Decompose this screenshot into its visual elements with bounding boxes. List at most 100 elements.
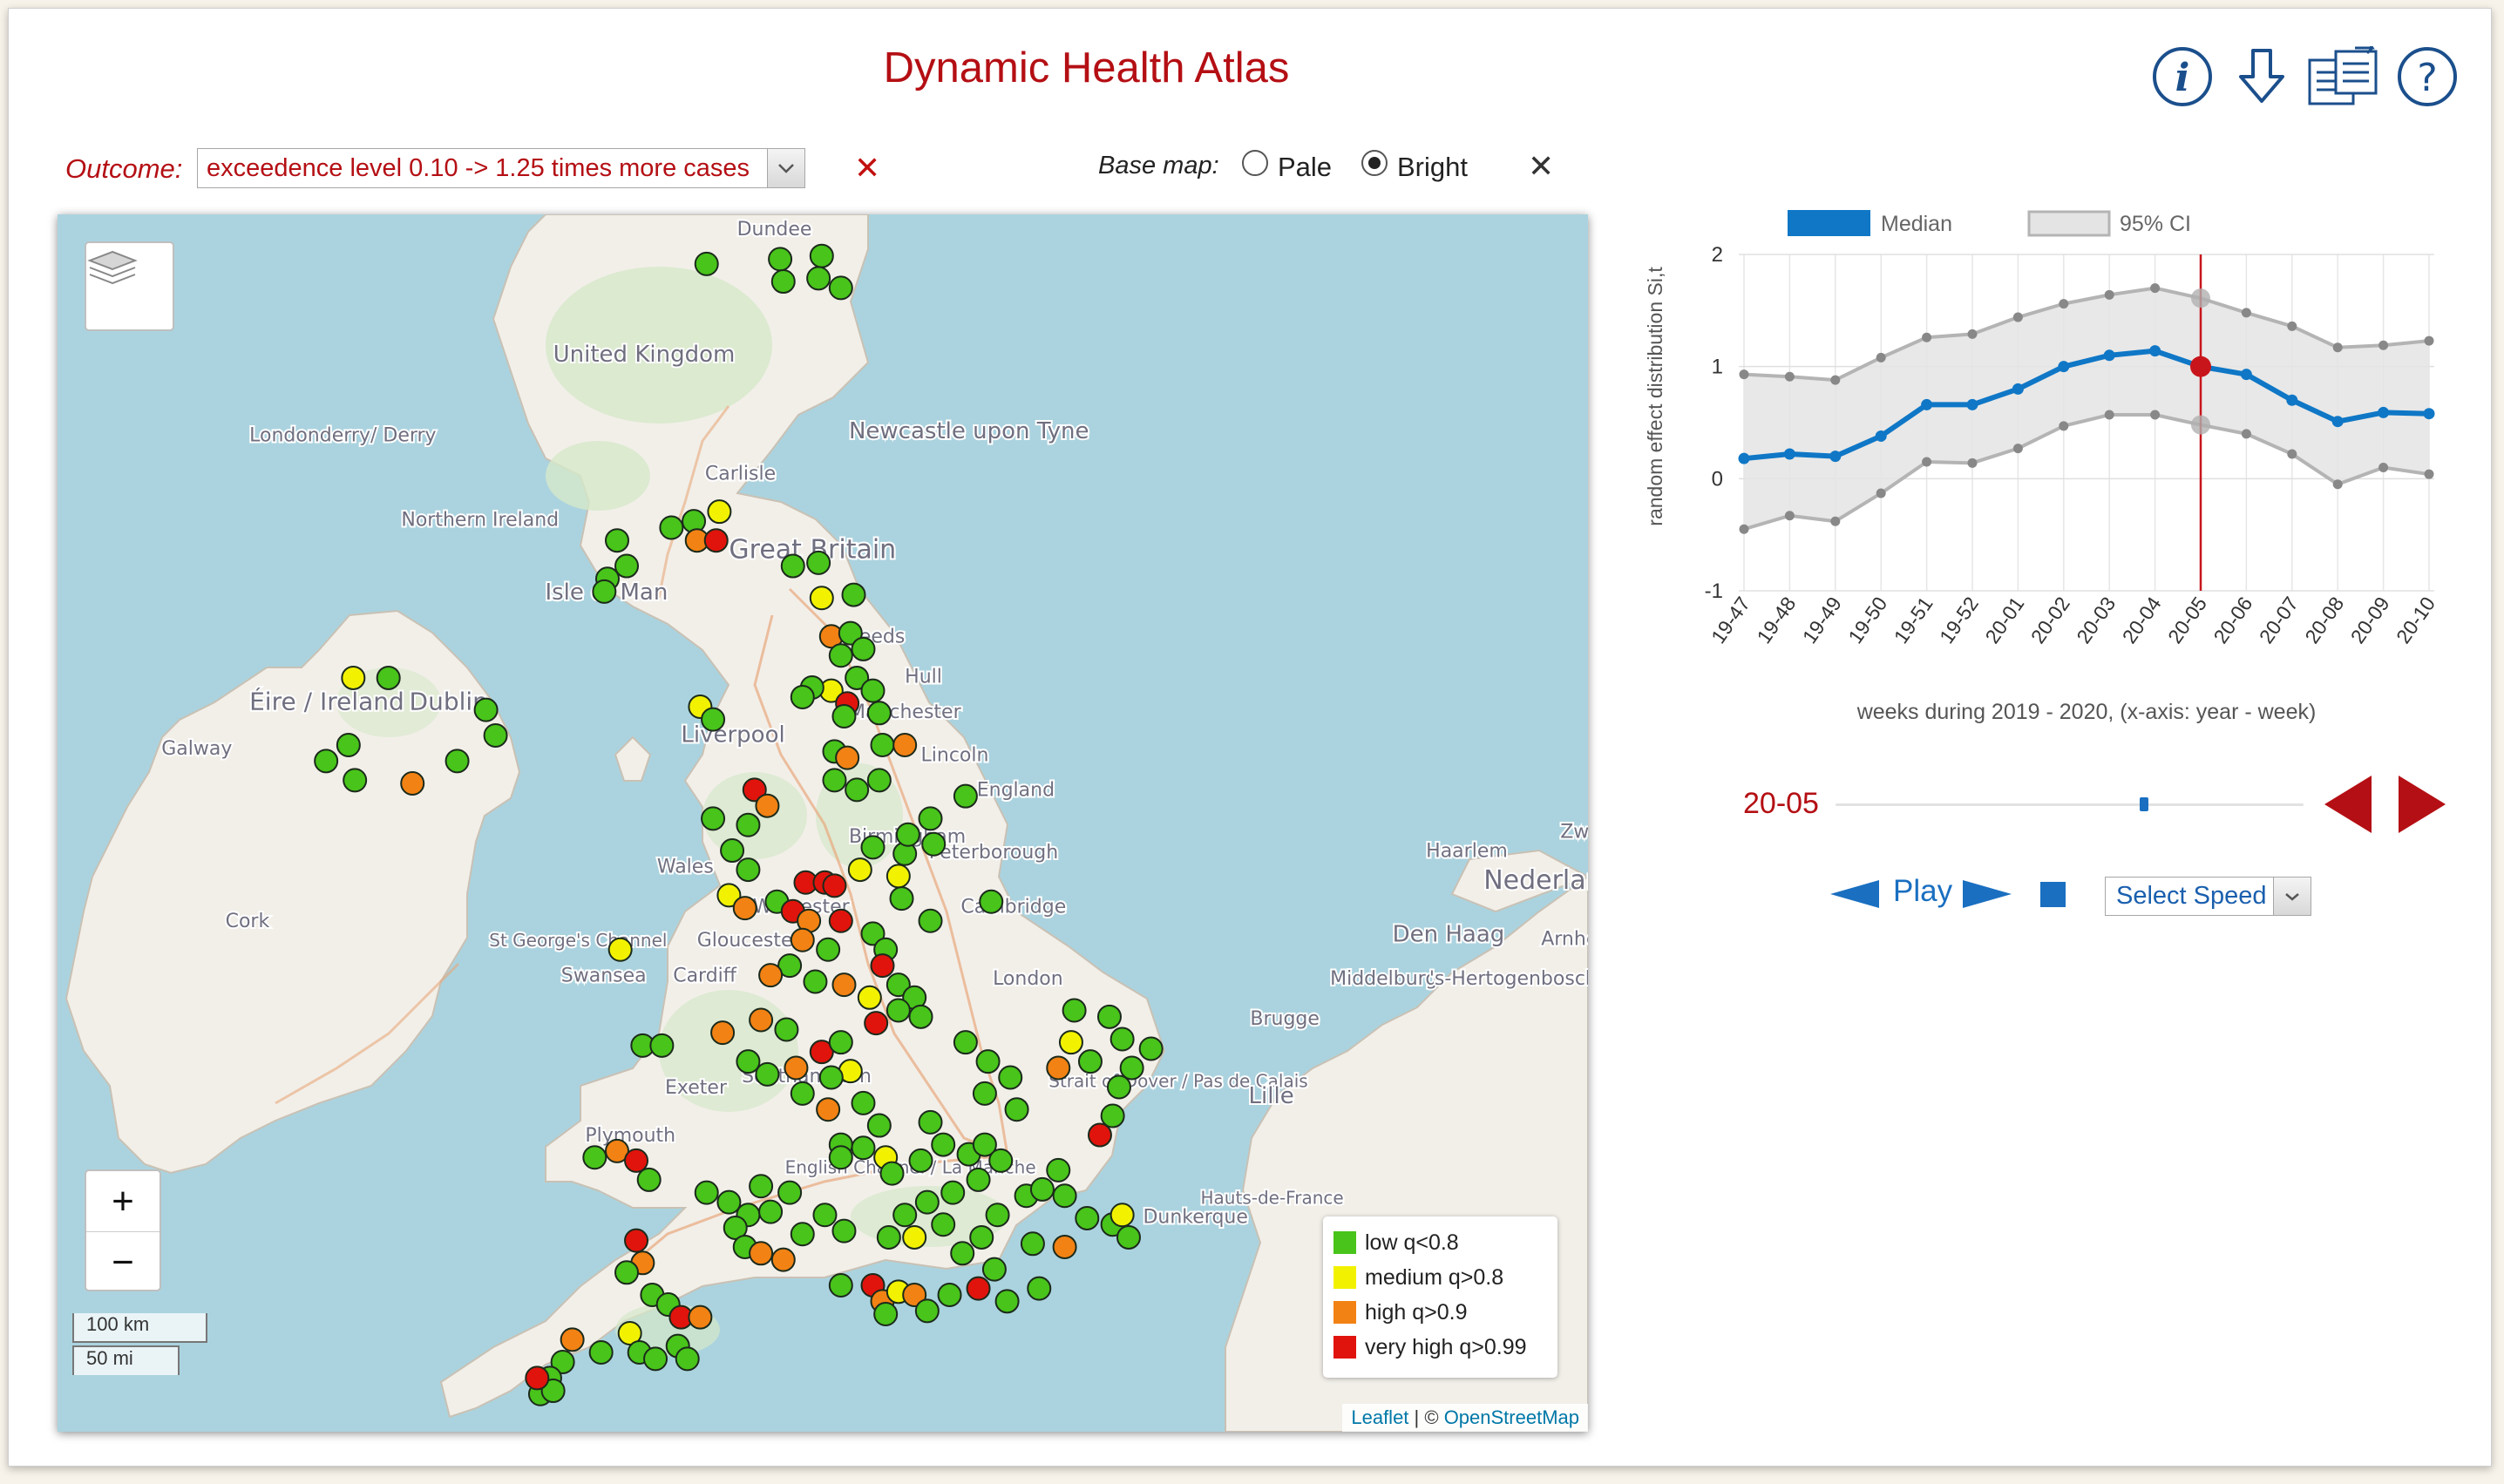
median-point[interactable] <box>1738 452 1750 464</box>
median-point[interactable] <box>2378 406 2390 418</box>
map-marker[interactable] <box>790 684 815 709</box>
median-point[interactable] <box>2286 394 2298 406</box>
map-marker[interactable] <box>864 1011 889 1036</box>
ci-lower-point[interactable] <box>2191 415 2210 435</box>
median-point[interactable] <box>2423 408 2435 420</box>
ci-upper-point[interactable] <box>1784 371 1795 382</box>
map-marker[interactable] <box>525 1365 550 1391</box>
map-marker[interactable] <box>994 1289 1020 1314</box>
osm-link[interactable]: OpenStreetMap <box>1444 1406 1579 1428</box>
map-marker[interactable] <box>749 1241 774 1266</box>
map-marker[interactable] <box>803 969 828 994</box>
ci-upper-point[interactable] <box>1922 332 1932 342</box>
ci-lower-point[interactable] <box>2378 462 2389 472</box>
ci-upper-point[interactable] <box>2287 321 2297 331</box>
map-marker[interactable] <box>902 1224 927 1250</box>
map-marker[interactable] <box>985 1203 1010 1228</box>
ci-upper-point[interactable] <box>2424 335 2434 346</box>
map-marker[interactable] <box>870 732 895 757</box>
map-marker[interactable] <box>624 1228 649 1253</box>
map-marker[interactable] <box>1046 1157 1071 1182</box>
ci-upper-point[interactable] <box>2378 340 2389 350</box>
map-marker[interactable] <box>866 1113 892 1138</box>
ci-upper-point[interactable] <box>2012 312 2023 322</box>
ci-lower-point[interactable] <box>1876 488 1886 498</box>
ci-upper-point[interactable] <box>2332 342 2343 353</box>
map-marker[interactable] <box>892 732 918 757</box>
map-marker[interactable] <box>343 768 368 793</box>
chevron-down-icon[interactable] <box>2273 878 2311 915</box>
map-marker[interactable] <box>770 1247 796 1272</box>
zoom-out-button[interactable]: − <box>86 1232 159 1292</box>
download-icon[interactable] <box>2229 44 2295 110</box>
map-marker[interactable] <box>1046 1055 1071 1081</box>
map-marker[interactable] <box>376 665 401 690</box>
map-marker[interactable] <box>953 1030 978 1055</box>
ci-lower-point[interactable] <box>2104 410 2114 420</box>
map-marker[interactable] <box>755 793 780 818</box>
map-marker[interactable] <box>940 1180 966 1205</box>
map-marker[interactable] <box>755 1061 780 1087</box>
map-marker[interactable] <box>831 703 857 728</box>
map-marker[interactable] <box>614 1260 640 1285</box>
clear-outcome-button[interactable]: ✕ <box>854 150 880 186</box>
ci-upper-point[interactable] <box>2059 299 2069 309</box>
ci-lower-point[interactable] <box>1967 457 1978 468</box>
map-marker[interactable] <box>979 889 1004 914</box>
map-marker[interactable] <box>845 777 870 803</box>
info-icon[interactable]: i <box>2149 44 2216 110</box>
map-marker[interactable] <box>822 768 847 793</box>
map-marker[interactable] <box>809 243 834 268</box>
map-marker[interactable] <box>847 857 872 883</box>
map-marker[interactable] <box>841 582 866 607</box>
median-point[interactable] <box>1875 430 1887 442</box>
median-point[interactable] <box>2190 356 2211 377</box>
map-marker[interactable] <box>588 1340 614 1365</box>
map-marker[interactable] <box>831 972 857 998</box>
map-marker[interactable] <box>950 1241 975 1266</box>
map-marker[interactable] <box>592 579 617 604</box>
map-marker[interactable] <box>931 1212 956 1237</box>
map-marker[interactable] <box>605 528 630 553</box>
map-marker[interactable] <box>851 1135 876 1161</box>
map-marker[interactable] <box>1052 1183 1077 1209</box>
map-marker[interactable] <box>818 1065 844 1090</box>
map-marker[interactable] <box>736 857 761 883</box>
ci-lower-point[interactable] <box>2241 429 2251 439</box>
map-marker[interactable] <box>607 937 633 962</box>
week-slider-handle[interactable] <box>2140 797 2149 811</box>
median-point[interactable] <box>1966 398 1978 410</box>
median-point[interactable] <box>1921 398 1933 410</box>
map-marker[interactable] <box>822 873 847 898</box>
ci-lower-point[interactable] <box>1922 457 1932 467</box>
previous-week-button[interactable] <box>2324 776 2373 837</box>
next-week-button[interactable] <box>2397 776 2446 837</box>
ci-upper-point[interactable] <box>1876 352 1886 363</box>
map-marker[interactable] <box>444 749 470 774</box>
ci-lower-point[interactable] <box>1739 524 1749 534</box>
map-marker[interactable] <box>975 1049 1001 1074</box>
map-marker[interactable] <box>895 822 920 847</box>
map-marker[interactable] <box>860 835 886 860</box>
map-marker[interactable] <box>1138 1036 1164 1061</box>
leaflet-link[interactable]: Leaflet <box>1351 1406 1408 1428</box>
map-marker[interactable] <box>921 831 947 857</box>
map-marker[interactable] <box>806 550 831 575</box>
median-point[interactable] <box>2058 361 2070 373</box>
map-marker[interactable] <box>931 1132 956 1157</box>
map-marker[interactable] <box>473 697 499 722</box>
map-marker[interactable] <box>758 963 784 988</box>
map-marker[interactable] <box>694 251 719 276</box>
ci-lower-point[interactable] <box>2059 421 2069 431</box>
map-marker[interactable] <box>972 1081 997 1106</box>
zoom-in-button[interactable]: + <box>86 1171 159 1232</box>
median-point[interactable] <box>2103 349 2115 362</box>
map-marker[interactable] <box>1062 998 1087 1023</box>
map-marker[interactable] <box>914 1189 940 1215</box>
map-marker[interactable] <box>860 678 886 703</box>
map-marker[interactable] <box>953 783 978 809</box>
map-marker[interactable] <box>614 553 640 579</box>
export-icon[interactable] <box>2304 44 2383 110</box>
map-marker[interactable] <box>1075 1205 1100 1230</box>
map-marker[interactable] <box>1027 1276 1052 1301</box>
